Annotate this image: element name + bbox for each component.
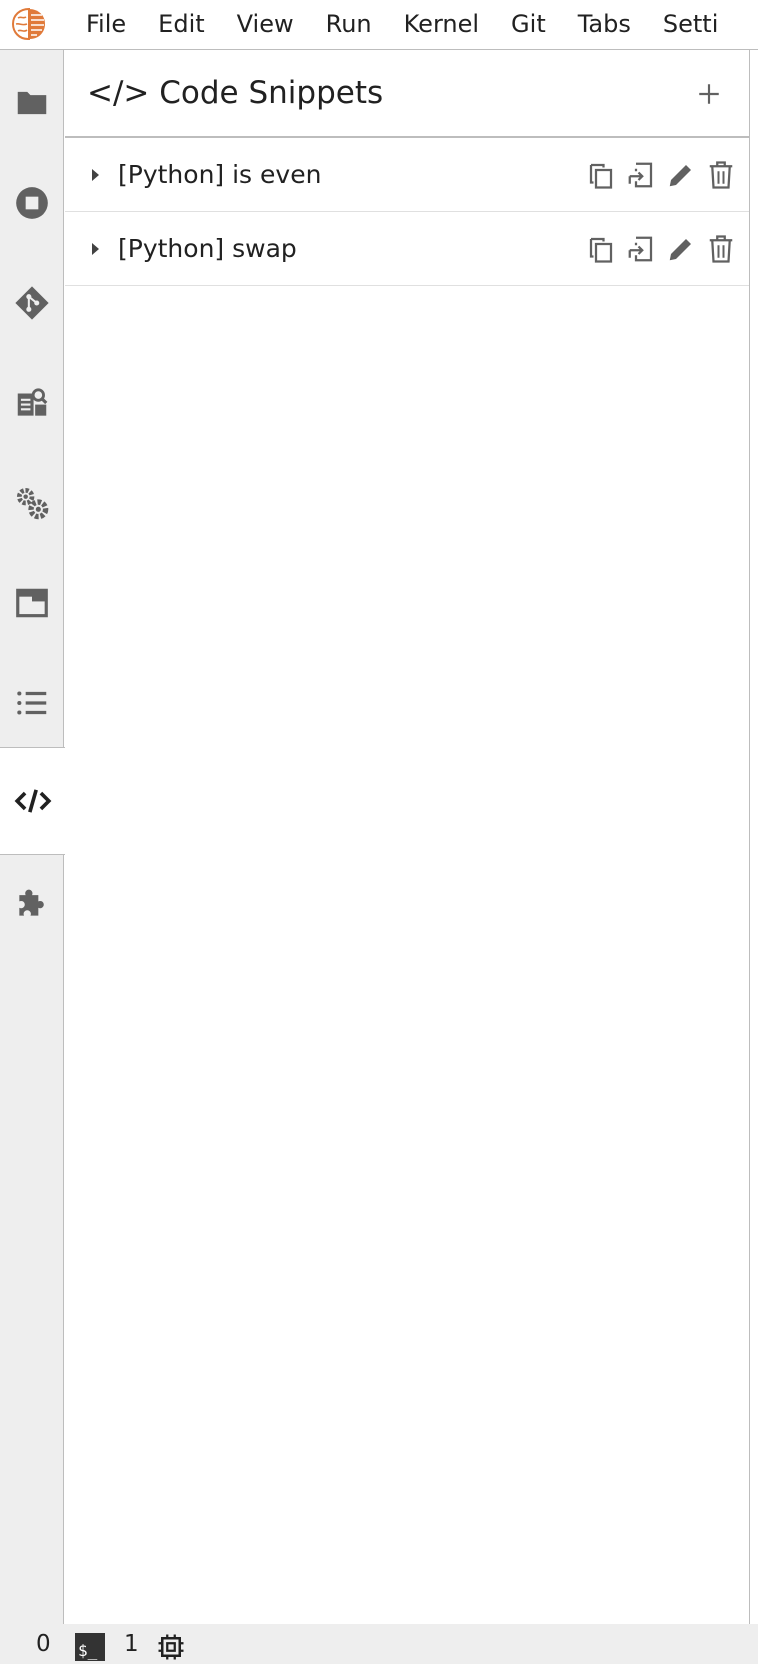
terminal-icon-text: $_: [78, 1641, 98, 1660]
sidebar-tab-extensions[interactable]: [0, 850, 64, 956]
insert-icon: [628, 236, 653, 262]
plus-icon: [699, 84, 719, 104]
cpu-chip-icon[interactable]: [156, 1632, 186, 1662]
copy-snippet-button[interactable]: [581, 157, 621, 193]
menu-items: File Edit View Run Kernel Git Tabs Setti: [70, 0, 734, 49]
edit-snippet-button[interactable]: [661, 157, 701, 193]
delete-snippet-button[interactable]: [701, 157, 741, 193]
snippet-item[interactable]: [Python] is even: [65, 138, 749, 212]
edit-snippet-button[interactable]: [661, 231, 701, 267]
sidebar-tab-open-tabs[interactable]: [0, 550, 64, 656]
copy-icon: [589, 237, 613, 263]
copy-snippet-button[interactable]: [581, 231, 621, 267]
menu-edit[interactable]: Edit: [142, 0, 220, 49]
menu-git[interactable]: Git: [495, 0, 562, 49]
status-bar: 0 $_ 1: [0, 1624, 758, 1664]
code-snippet-icon: [14, 789, 51, 813]
sidebar-tab-property-inspector[interactable]: [0, 350, 64, 456]
extension-puzzle-icon: [19, 889, 44, 916]
caret-right-icon[interactable]: [83, 237, 107, 261]
jupyter-logo-icon[interactable]: [9, 6, 49, 42]
insert-icon: [628, 162, 653, 188]
insert-snippet-button[interactable]: [621, 157, 661, 193]
sidebar-tab-code-snippets[interactable]: [0, 747, 65, 855]
git-icon: [15, 286, 49, 320]
left-sidebar: [0, 50, 65, 1624]
sidebar-tab-git[interactable]: [0, 250, 64, 356]
snippet-actions: [581, 157, 741, 193]
running-kernels-count[interactable]: 0: [36, 1631, 51, 1657]
sidebar-tab-settings[interactable]: [0, 450, 64, 556]
panel-title: </> Code Snippets: [87, 75, 384, 111]
property-inspector-icon: [17, 388, 48, 416]
running-terminals-count[interactable]: 1: [124, 1631, 139, 1657]
caret-right-icon[interactable]: [83, 163, 107, 187]
tab-window-icon: [16, 588, 48, 618]
menu-tabs[interactable]: Tabs: [562, 0, 647, 49]
code-snippets-panel: </> Code Snippets [Python] is even [Pyth…: [65, 50, 750, 1624]
sidebar-tab-table-of-contents[interactable]: [0, 650, 64, 756]
snippet-item[interactable]: [Python] swap: [65, 212, 749, 286]
pencil-icon: [669, 165, 691, 187]
menu-view[interactable]: View: [221, 0, 310, 49]
insert-snippet-button[interactable]: [621, 231, 661, 267]
menu-bar: File Edit View Run Kernel Git Tabs Setti: [0, 0, 758, 50]
snippet-actions: [581, 231, 741, 267]
delete-snippet-button[interactable]: [701, 231, 741, 267]
terminal-icon[interactable]: $_: [75, 1633, 105, 1661]
add-snippet-button[interactable]: [691, 76, 727, 112]
sidebar-tab-file-browser[interactable]: [0, 50, 64, 156]
snippet-label[interactable]: [Python] is even: [118, 160, 321, 189]
menu-file[interactable]: File: [70, 0, 142, 49]
trash-icon: [709, 235, 733, 263]
stop-circle-icon: [16, 187, 48, 219]
folder-icon: [17, 91, 47, 115]
pencil-icon: [669, 239, 691, 261]
snippet-label[interactable]: [Python] swap: [118, 234, 297, 263]
trash-icon: [709, 161, 733, 189]
settings-gears-icon: [16, 487, 49, 520]
menu-settings[interactable]: Setti: [647, 0, 735, 49]
copy-icon: [589, 163, 613, 189]
table-of-contents-icon: [17, 691, 47, 715]
menu-run[interactable]: Run: [310, 0, 388, 49]
panel-header: </> Code Snippets: [65, 50, 749, 138]
sidebar-tab-running[interactable]: [0, 150, 64, 256]
menu-kernel[interactable]: Kernel: [388, 0, 495, 49]
